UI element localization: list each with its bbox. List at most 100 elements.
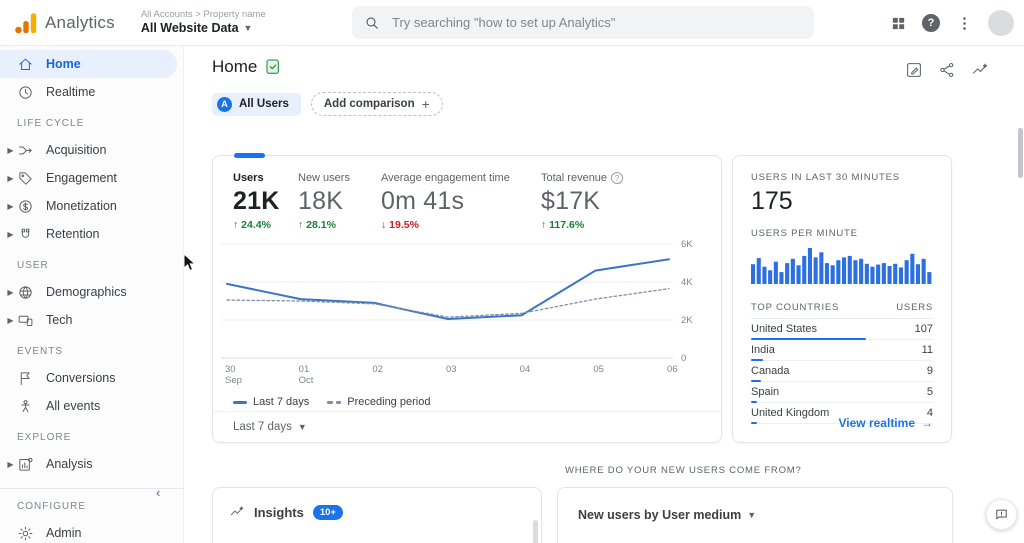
country-name: Canada xyxy=(751,365,790,377)
chevron-right-icon[interactable]: ▶ xyxy=(5,316,16,325)
account-breadcrumb[interactable]: All Accounts > Property name All Website… xyxy=(141,9,266,35)
share-icon[interactable] xyxy=(937,60,957,80)
metric-tab-total-revenue[interactable]: Total revenue? $17K ↑ 117.6% xyxy=(541,172,624,231)
analysis-icon xyxy=(17,456,34,473)
page-scrollbar-thumb[interactable] xyxy=(1018,128,1023,178)
insights-icon[interactable] xyxy=(970,60,990,80)
sidebar-nav: Home Realtime LIFE CYCLE ▶ Acquisition ▶ Engag… xyxy=(0,46,184,543)
chevron-right-icon[interactable]: ▶ xyxy=(5,146,16,155)
country-name: Spain xyxy=(751,386,780,398)
help-icon[interactable]: ? xyxy=(922,14,940,32)
search-bar[interactable] xyxy=(352,6,814,39)
realtime-users-value: 175 xyxy=(751,187,793,215)
users-per-minute-chart xyxy=(751,248,932,284)
apps-grid-icon[interactable] xyxy=(888,13,908,33)
sidebar-item-all-events[interactable]: All events xyxy=(0,392,177,420)
insights-header[interactable]: Insights 10+ xyxy=(213,488,541,520)
all-events-icon xyxy=(17,398,34,415)
country-bar xyxy=(751,422,757,424)
view-realtime-link[interactable]: View realtime → xyxy=(839,416,934,430)
search-input[interactable] xyxy=(392,15,792,30)
sidebar-item-analysis[interactable]: ▶ Analysis xyxy=(0,450,177,478)
metric-tabs: Users 21K ↑ 24.4% New users 18K ↑ 28.1% Averag… xyxy=(213,156,721,231)
svg-text:04: 04 xyxy=(520,364,531,375)
more-vert-icon[interactable] xyxy=(954,13,974,33)
clock-icon xyxy=(19,85,32,99)
sidebar-item-engagement[interactable]: ▶ Engagement xyxy=(0,164,177,192)
sidebar-item-conversions[interactable]: Conversions xyxy=(0,364,177,392)
chevron-right-icon[interactable]: ▶ xyxy=(5,230,16,239)
users-overview-card: Users 21K ↑ 24.4% New users 18K ↑ 28.1% Averag… xyxy=(212,153,722,443)
ga-home-screen: Analytics All Accounts > Property name A… xyxy=(0,0,1024,543)
country-users-value: 9 xyxy=(926,365,933,377)
realtime-title: USERS IN LAST 30 MINUTES xyxy=(751,172,900,183)
svg-text:05: 05 xyxy=(593,364,604,375)
sidebar-collapse-icon[interactable]: ‹ xyxy=(156,485,160,500)
sidebar-item-label: Admin xyxy=(46,526,82,540)
avatar[interactable] xyxy=(988,10,1014,36)
sidebar-item-admin[interactable]: Admin xyxy=(0,519,177,543)
insights-list-item[interactable] xyxy=(213,520,541,543)
sidebar-item-tech[interactable]: ▶ Tech xyxy=(0,306,177,334)
svg-text:2K: 2K xyxy=(681,315,693,326)
acquisition-icon xyxy=(18,145,32,155)
chevron-right-icon[interactable]: ▶ xyxy=(5,460,16,469)
chevron-right-icon[interactable]: ▶ xyxy=(5,174,16,183)
metric-change: ↑ 28.1% xyxy=(298,219,336,231)
admin-icon xyxy=(18,526,33,540)
main-content: Home A All Users Add comparison + Users … xyxy=(185,46,1024,543)
segment-a-badge: A xyxy=(217,96,232,112)
add-comparison-chip[interactable]: Add comparison + xyxy=(310,92,443,116)
svg-text:4K: 4K xyxy=(681,277,693,288)
users-line-chart: 0 2K 4K 6K 30Sep 01Oct 02 03 04 05 06 xyxy=(221,239,693,386)
sidebar-item-realtime[interactable]: Realtime xyxy=(0,78,177,106)
metric-value: 21K xyxy=(233,187,280,215)
product-name: Analytics xyxy=(45,12,115,32)
sidebar-item-home[interactable]: Home xyxy=(0,50,177,78)
country-row-united-states: United States 107 xyxy=(751,319,933,340)
chevron-right-icon[interactable]: ▶ xyxy=(5,202,16,211)
page-actions xyxy=(904,60,990,80)
legend-item-preceding-period: Preceding period xyxy=(327,396,430,408)
chevron-down-icon: ▼ xyxy=(297,422,307,432)
date-range-selector[interactable]: Last 7 days ▼ xyxy=(233,421,307,433)
sidebar-section-label: USER xyxy=(17,260,49,271)
sidebar-item-acquisition[interactable]: ▶ Acquisition xyxy=(0,136,177,164)
metric-tab-average-engagement-time[interactable]: Average engagement time 0m 41s ↓ 19.5% xyxy=(381,172,541,231)
country-name: United States xyxy=(751,323,818,335)
country-users-value: 107 xyxy=(914,323,933,335)
metric-tab-new-users[interactable]: New users 18K ↑ 28.1% xyxy=(298,172,381,231)
country-row-canada: Canada 9 xyxy=(751,361,933,382)
sidebar-item-label: Demographics xyxy=(46,285,127,299)
insights-scrollbar[interactable] xyxy=(533,520,538,543)
all-users-chip[interactable]: A All Users xyxy=(212,92,301,116)
realtime-card: USERS IN LAST 30 MINUTES 175 USERS PER M… xyxy=(732,155,952,443)
svg-text:6K: 6K xyxy=(681,239,693,250)
analytics-logo-icon xyxy=(15,12,37,33)
demographics-icon xyxy=(17,284,34,301)
country-row-india: India 11 xyxy=(751,340,933,361)
metric-tab-users[interactable]: Users 21K ↑ 24.4% xyxy=(233,172,298,231)
sidebar-item-label: Monetization xyxy=(46,199,117,213)
property-selector[interactable]: All Website Data ▼ xyxy=(141,21,266,35)
header-actions: ? xyxy=(888,0,1014,46)
sidebar-item-label: Analysis xyxy=(46,457,93,471)
sidebar-item-demographics[interactable]: ▶ Demographics xyxy=(0,278,177,306)
sidebar-item-retention[interactable]: ▶ Retention xyxy=(0,220,177,248)
analytics-logo[interactable]: Analytics xyxy=(14,11,115,35)
new-users-dimension-selector[interactable]: New users by User medium ▼ xyxy=(558,488,952,522)
edit-dashboard-icon[interactable] xyxy=(904,60,924,80)
all-events-icon xyxy=(21,399,30,412)
comparison-chips: A All Users Add comparison + xyxy=(212,92,443,116)
chevron-right-icon[interactable]: ▶ xyxy=(5,288,16,297)
metric-value: $17K xyxy=(541,187,601,215)
sidebar-item-monetization[interactable]: ▶ Monetization xyxy=(0,192,177,220)
chevron-down-icon: ▼ xyxy=(747,510,757,520)
svg-text:Oct: Oct xyxy=(299,375,314,386)
help-icon[interactable]: ? xyxy=(611,172,624,184)
sidebar-item-label: Tech xyxy=(46,313,73,327)
insights-card: Insights 10+ xyxy=(212,487,542,543)
sidebar-item-label: Acquisition xyxy=(46,143,107,157)
search-icon xyxy=(366,17,378,29)
feedback-button[interactable] xyxy=(986,499,1017,530)
